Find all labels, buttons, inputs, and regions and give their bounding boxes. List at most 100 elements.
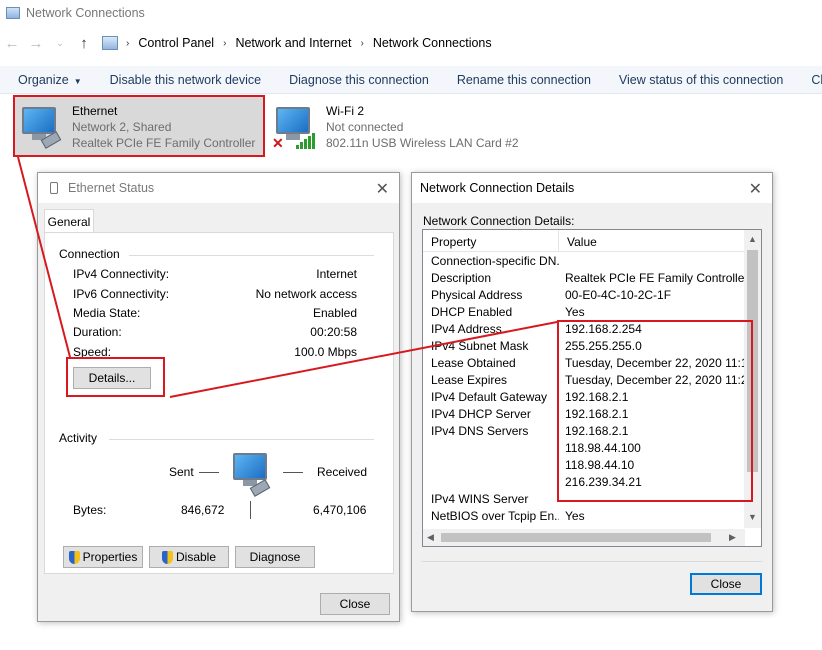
up-arrow-icon[interactable]: ↑	[72, 35, 96, 52]
value-cell: 118.98.44.10	[565, 458, 635, 472]
address-bar: ← → ⌄ ↑ › Control Panel › Network and In…	[0, 26, 822, 60]
adapter-status: Network 2, Shared	[72, 120, 172, 134]
organize-label: Organize	[18, 72, 69, 87]
change-settings-button[interactable]: Chang	[797, 73, 822, 87]
divider	[250, 501, 251, 519]
tab-general[interactable]: General	[44, 209, 94, 233]
list-item[interactable]: 118.98.44.10	[423, 458, 745, 475]
chevron-right-icon[interactable]: ›	[223, 38, 226, 49]
value-cell	[559, 492, 745, 509]
dialog-title: Ethernet Status	[68, 181, 155, 195]
window-titlebar: Network Connections	[0, 0, 822, 26]
value-cell: Realtek PCIe FE Family Controller	[565, 271, 745, 285]
list-item[interactable]: IPv4 DHCP Server 192.168.2.1	[423, 407, 745, 424]
horizontal-scrollbar[interactable]: ◀ ▶	[423, 529, 745, 546]
bytes-received-value: 6,470,106	[313, 503, 367, 517]
scrollbar-thumb[interactable]	[747, 250, 758, 472]
value-cell: 192.168.2.1	[565, 407, 629, 421]
list-item[interactable]: Connection-specific DN...	[423, 254, 745, 271]
forward-arrow-icon[interactable]: →	[24, 35, 48, 52]
organize-menu[interactable]: Organize ▼	[0, 73, 96, 87]
disable-button[interactable]: Disable	[149, 546, 229, 568]
disable-device-button[interactable]: Disable this network device	[96, 73, 275, 87]
list-item[interactable]: NetBIOS over Tcpip En... Yes	[423, 509, 745, 526]
list-item[interactable]: 216.239.34.21	[423, 475, 745, 492]
property-cell	[423, 441, 559, 458]
property-cell: Description	[431, 271, 492, 285]
list-item[interactable]: Lease Expires Tuesday, December 22, 2020 …	[423, 373, 745, 390]
list-item[interactable]: IPv4 DNS Servers 192.168.2.1	[423, 424, 745, 441]
column-header-property[interactable]: Property	[423, 230, 559, 251]
property-cell: NetBIOS over Tcpip En...	[431, 509, 559, 523]
back-arrow-icon[interactable]: ←	[0, 35, 24, 52]
uac-shield-icon	[68, 550, 80, 564]
close-icon[interactable]: ✕	[376, 179, 389, 199]
close-button[interactable]: Close	[320, 593, 390, 615]
recent-dropdown-icon[interactable]: ⌄	[48, 38, 72, 49]
scroll-down-icon[interactable]: ▼	[748, 512, 757, 522]
properties-button[interactable]: Properties	[63, 546, 143, 568]
value-cell: Tuesday, December 22, 2020 11:28:5	[565, 373, 745, 387]
value-cell: Yes	[565, 305, 585, 319]
network-activity-icon	[231, 453, 275, 497]
value-cell: 118.98.44.100	[565, 441, 641, 455]
view-status-button[interactable]: View status of this connection	[605, 73, 797, 87]
list-item[interactable]: IPv4 WINS Server	[423, 492, 745, 509]
value-cell: 192.168.2.1	[565, 390, 629, 404]
value-cell: 255.255.255.0	[565, 339, 642, 353]
list-item[interactable]: DHCP Enabled Yes	[423, 305, 745, 322]
column-header-value[interactable]: Value	[559, 230, 597, 251]
details-list[interactable]: Property Value Connection-specific DN...…	[422, 229, 762, 547]
property-cell: Physical Address	[431, 288, 523, 302]
divider	[422, 561, 762, 562]
disable-label: Disable	[175, 550, 217, 564]
command-bar: Organize ▼ Disable this network device Di…	[0, 66, 822, 94]
chevron-right-icon[interactable]: ›	[360, 38, 363, 49]
scroll-left-icon[interactable]: ◀	[427, 532, 434, 543]
media-state-label: Media State:	[73, 306, 141, 320]
diagnose-button[interactable]: Diagnose	[235, 546, 315, 568]
control-panel-icon	[102, 36, 118, 50]
dialog-titlebar: Network Connection Details ✕	[412, 173, 772, 203]
adapter-device: Realtek PCIe FE Family Controller	[72, 136, 256, 150]
connection-group-label: Connection	[59, 247, 120, 261]
adapter-ethernet[interactable]: Ethernet Network 2, Shared Realtek PCIe …	[14, 97, 264, 157]
breadcrumb-network-connections[interactable]: Network Connections	[373, 36, 492, 50]
list-item[interactable]: 118.98.44.100	[423, 441, 745, 458]
disconnected-x-icon: ✕	[272, 135, 284, 151]
list-item[interactable]: Description Realtek PCIe FE Family Contro…	[423, 271, 745, 288]
scrollbar-thumb[interactable]	[441, 533, 711, 542]
list-item[interactable]: Physical Address 00-E0-4C-10-2C-1F	[423, 288, 745, 305]
chevron-right-icon[interactable]: ›	[126, 38, 129, 49]
breadcrumb-network-and-internet[interactable]: Network and Internet	[235, 36, 351, 50]
close-button[interactable]: Close	[690, 573, 762, 595]
bytes-sent-value: 846,672	[181, 503, 225, 517]
speed-label: Speed:	[73, 345, 112, 359]
breadcrumb-control-panel[interactable]: Control Panel	[138, 36, 214, 50]
list-header: Property Value	[423, 230, 745, 252]
close-icon[interactable]: ✕	[749, 179, 762, 199]
details-button[interactable]: Details...	[73, 367, 151, 389]
vertical-scrollbar[interactable]: ▲ ▼	[744, 230, 761, 528]
property-cell: IPv4 Default Gateway	[431, 390, 548, 404]
property-cell: IPv4 DNS Servers	[431, 424, 529, 438]
list-item[interactable]: IPv4 Address 192.168.2.254	[423, 322, 745, 339]
network-connection-details-dialog: Network Connection Details ✕ Network Con…	[411, 172, 773, 612]
diagnose-connection-button[interactable]: Diagnose this connection	[275, 73, 443, 87]
ipv6-connectivity-label: IPv6 Connectivity:	[73, 287, 170, 301]
value-cell: 216.239.34.21	[565, 475, 642, 489]
rename-connection-button[interactable]: Rename this connection	[443, 73, 605, 87]
received-label: Received	[317, 465, 368, 479]
general-tab-panel: Connection IPv4 Connectivity: Internet I…	[44, 232, 394, 574]
adapter-wifi[interactable]: ✕ Wi-Fi 2 Not connected 802.11n USB Wire…	[268, 97, 528, 157]
scroll-right-icon[interactable]: ▶	[729, 532, 736, 543]
bytes-label: Bytes:	[73, 503, 107, 517]
divider	[199, 472, 219, 473]
list-item[interactable]: Lease Obtained Tuesday, December 22, 2020…	[423, 356, 745, 373]
list-item[interactable]: IPv4 Subnet Mask 255.255.255.0	[423, 339, 745, 356]
property-cell	[423, 475, 559, 492]
properties-label: Properties	[82, 550, 138, 564]
list-item[interactable]: IPv4 Default Gateway 192.168.2.1	[423, 390, 745, 407]
adapter-name: Wi-Fi 2	[326, 104, 364, 118]
scroll-up-icon[interactable]: ▲	[748, 234, 757, 244]
